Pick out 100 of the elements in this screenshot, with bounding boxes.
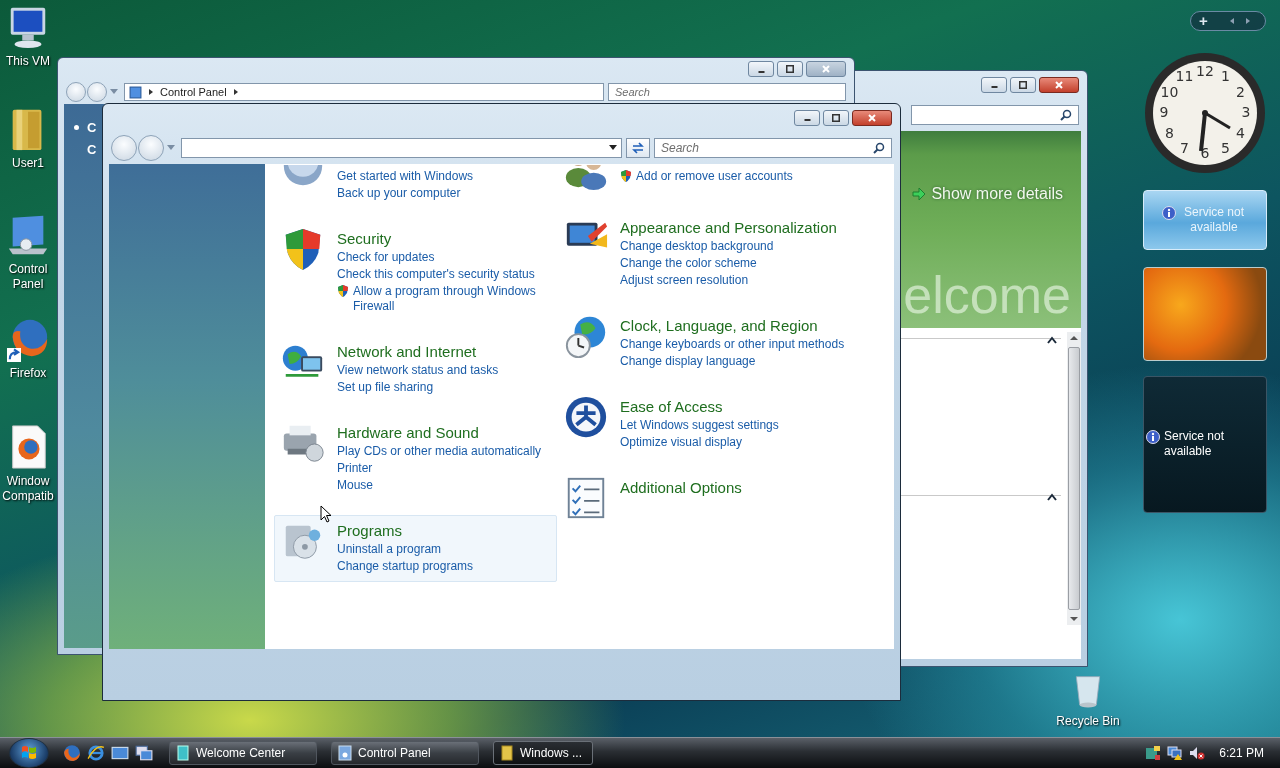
- minimize-icon: [803, 119, 811, 121]
- control-panel-icon: [338, 745, 352, 761]
- minimize-button[interactable]: [748, 61, 774, 77]
- task-link[interactable]: Check this computer's security status: [337, 266, 535, 283]
- clock-numeral: 9: [1159, 104, 1169, 120]
- search-icon[interactable]: [1060, 108, 1072, 121]
- add-gadget-button[interactable]: +: [1199, 13, 1208, 29]
- task-link[interactable]: Printer: [337, 460, 373, 477]
- scrollbar-thumb[interactable]: [1068, 347, 1080, 610]
- task-link[interactable]: Uninstall a program: [337, 541, 442, 558]
- shield-icon: [620, 169, 632, 183]
- task-link[interactable]: Change the color scheme: [620, 255, 757, 272]
- status-message: Service not available: [1164, 429, 1226, 459]
- desktop-icon-label[interactable]: This VM: [0, 54, 56, 69]
- clock-numeral: 11: [1175, 68, 1194, 85]
- network-warning-icon[interactable]: [1167, 745, 1184, 761]
- task-link[interactable]: Get started with Windows: [337, 168, 474, 185]
- task-link[interactable]: Allow a program through Windows Firewall: [353, 283, 556, 315]
- scroll-down-icon[interactable]: [1070, 616, 1078, 622]
- search-field[interactable]: Search: [608, 83, 846, 101]
- breadcrumb-arrow-icon[interactable]: [148, 88, 154, 96]
- task-link[interactable]: Change display language: [620, 353, 756, 370]
- shield-icon: [337, 284, 349, 298]
- category-title[interactable]: Clock, Language, and Region: [620, 316, 845, 336]
- dropdown-caret-icon[interactable]: [609, 144, 617, 151]
- task-link[interactable]: Play CDs or other media automatically: [337, 443, 542, 460]
- security-center-icon[interactable]: [1145, 745, 1162, 761]
- task-link[interactable]: Change desktop background: [620, 238, 774, 255]
- show-desktop-icon[interactable]: [111, 744, 129, 762]
- task-link[interactable]: Check for updates: [337, 249, 435, 266]
- category-title[interactable]: Security: [337, 229, 556, 249]
- task-link[interactable]: Change keyboards or other input methods: [620, 336, 845, 353]
- breadcrumb-arrow-icon[interactable]: [232, 88, 239, 96]
- minimize-button[interactable]: [794, 109, 820, 126]
- task-link[interactable]: Let Windows suggest settings: [620, 417, 779, 434]
- clock-numeral: 12: [1196, 63, 1214, 79]
- chevron-up-icon[interactable]: [1047, 493, 1057, 501]
- control-panel-icon: [129, 85, 142, 99]
- maximize-icon: [832, 113, 840, 122]
- desktop-icon-label[interactable]: Recycle Bin: [1050, 714, 1126, 729]
- gadget-panel[interactable]: Service not available: [1143, 376, 1267, 513]
- refresh-button[interactable]: [626, 137, 650, 158]
- pane-link[interactable]: C: [87, 119, 97, 135]
- desktop-icon-label[interactable]: Window Compatib: [0, 474, 56, 504]
- browser-e-icon[interactable]: [87, 744, 105, 762]
- task-link[interactable]: Set up file sharing: [337, 379, 434, 396]
- chevron-up-icon[interactable]: [1047, 336, 1057, 344]
- search-icon[interactable]: [873, 141, 885, 154]
- category-title[interactable]: Network and Internet: [337, 342, 499, 362]
- maximize-button[interactable]: [823, 109, 849, 126]
- desktop-icon-label[interactable]: Control Panel: [0, 262, 56, 292]
- search-field[interactable]: [911, 104, 1079, 125]
- folder-icon: [500, 745, 514, 761]
- clock-numeral: 2: [1236, 83, 1245, 100]
- category-title[interactable]: Appearance and Personalization: [620, 218, 837, 238]
- task-link[interactable]: Optimize visual display: [620, 434, 743, 451]
- minimize-button[interactable]: [981, 76, 1007, 93]
- next-arrow-icon[interactable]: [1243, 17, 1252, 25]
- caret-icon[interactable]: [110, 89, 118, 95]
- category-title[interactable]: Additional Options: [620, 478, 742, 498]
- task-link[interactable]: Mouse: [337, 477, 374, 494]
- switch-windows-icon[interactable]: [135, 744, 153, 762]
- document-icon: [176, 745, 190, 761]
- address-bar[interactable]: Control Panel: [124, 83, 604, 101]
- taskbar-button[interactable]: Welcome Center: [169, 741, 317, 765]
- search-field[interactable]: Search: [654, 137, 892, 158]
- desktop-icon-label[interactable]: User1: [0, 156, 56, 171]
- desktop-icon-label[interactable]: Firefox: [0, 366, 56, 381]
- close-icon: [1054, 79, 1064, 90]
- start-button[interactable]: [9, 738, 49, 768]
- status-message: Service not available: [1183, 205, 1245, 235]
- pane-link[interactable]: C: [87, 141, 97, 157]
- arrow-icon: [912, 187, 927, 201]
- task-link[interactable]: View network status and tasks: [337, 362, 499, 379]
- maximize-button[interactable]: [777, 61, 803, 77]
- task-link[interactable]: Add or remove user accounts: [636, 168, 793, 185]
- ease-icon: [563, 394, 609, 440]
- close-icon: [867, 112, 877, 123]
- scroll-up-icon[interactable]: [1070, 335, 1078, 341]
- maximize-button[interactable]: [1010, 76, 1036, 93]
- taskbar-button[interactable]: Windows ...: [493, 741, 593, 765]
- shortcut-arrow-icon: [7, 348, 21, 362]
- firefox-icon[interactable]: [63, 744, 81, 762]
- scrollbar[interactable]: [1067, 332, 1081, 625]
- clock-numeral: 4: [1236, 124, 1245, 141]
- volume-muted-icon[interactable]: [1189, 745, 1206, 761]
- category-title[interactable]: Ease of Access: [620, 397, 779, 417]
- task-link[interactable]: Back up your computer: [337, 185, 461, 202]
- category-title[interactable]: Programs: [337, 521, 474, 541]
- task-link[interactable]: Change startup programs: [337, 558, 474, 575]
- close-button[interactable]: [852, 109, 892, 126]
- breadcrumb-item[interactable]: Control Panel: [160, 86, 227, 98]
- caret-icon[interactable]: [167, 144, 175, 151]
- taskbar-button[interactable]: Control Panel: [331, 741, 479, 765]
- close-button[interactable]: [1039, 76, 1079, 93]
- photo-placeholder[interactable]: [1143, 267, 1267, 361]
- category-title[interactable]: Hardware and Sound: [337, 423, 542, 443]
- task-link[interactable]: Adjust screen resolution: [620, 272, 749, 289]
- info-icon: [1162, 206, 1176, 220]
- clock-time[interactable]: 6:21 PM: [1219, 746, 1264, 760]
